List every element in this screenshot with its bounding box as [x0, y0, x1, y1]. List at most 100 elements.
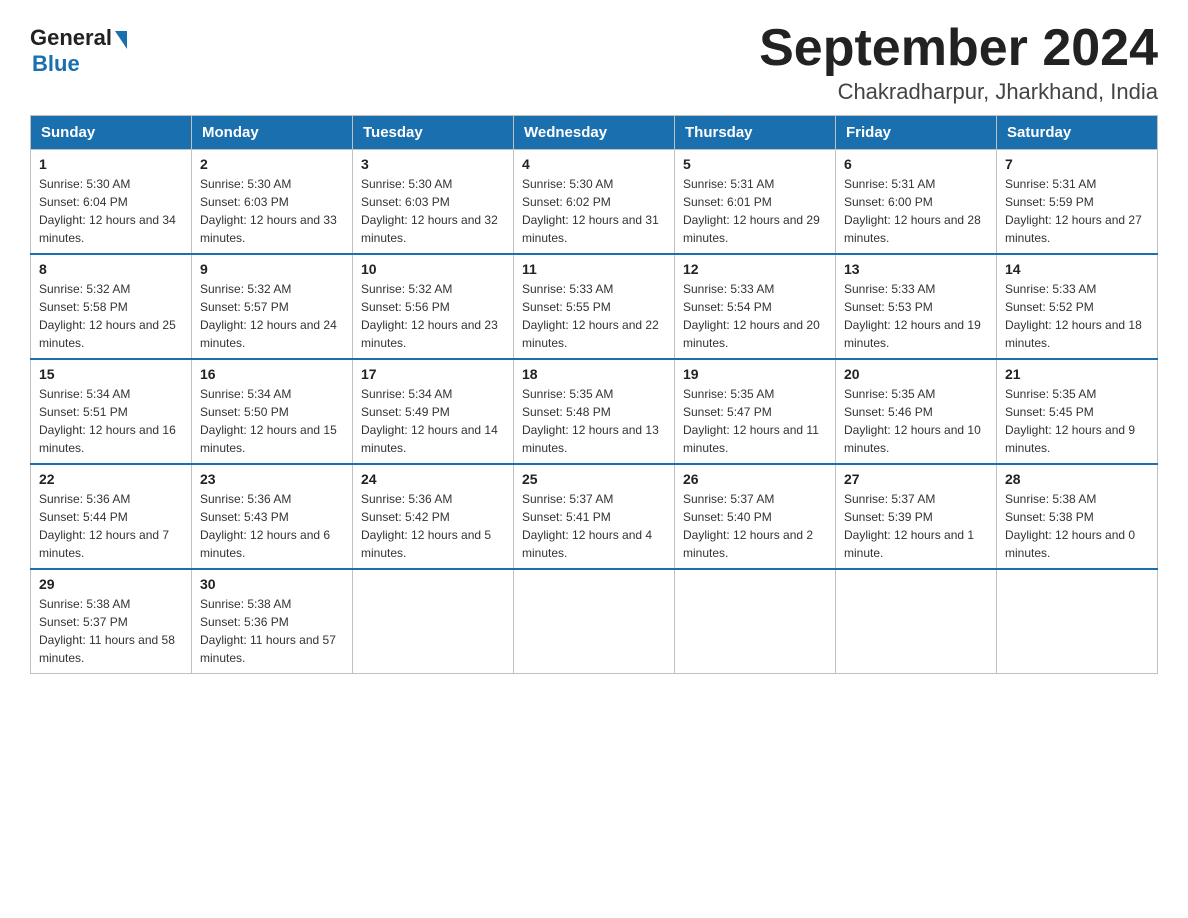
calendar-cell: 8Sunrise: 5:32 AMSunset: 5:58 PMDaylight…	[31, 254, 192, 359]
calendar-cell: 2 Sunrise: 5:30 AMSunset: 6:03 PMDaylight…	[192, 150, 353, 255]
calendar-table: SundayMondayTuesdayWednesdayThursdayFrid…	[30, 115, 1158, 674]
day-number: 3	[361, 156, 505, 172]
day-number: 10	[361, 261, 505, 277]
calendar-cell	[675, 569, 836, 674]
day-info: Sunrise: 5:30 AMSunset: 6:02 PMDaylight:…	[522, 175, 666, 247]
calendar-cell: 26Sunrise: 5:37 AMSunset: 5:40 PMDayligh…	[675, 464, 836, 569]
calendar-cell: 20 Sunrise: 5:35 AMSunset: 5:46 PMDayligh…	[836, 359, 997, 464]
day-number: 21	[1005, 366, 1149, 382]
calendar-cell: 24 Sunrise: 5:36 AMSunset: 5:42 PMDayligh…	[353, 464, 514, 569]
weekday-header-monday: Monday	[192, 116, 353, 150]
month-year-title: September 2024	[759, 20, 1158, 77]
page-header: General Blue September 2024 Chakradharpu…	[30, 20, 1158, 105]
day-info: Sunrise: 5:33 AMSunset: 5:53 PMDaylight:…	[844, 280, 988, 352]
calendar-week-row: 29 Sunrise: 5:38 AMSunset: 5:37 PMDayligh…	[31, 569, 1158, 674]
day-number: 5	[683, 156, 827, 172]
day-number: 7	[1005, 156, 1149, 172]
calendar-cell: 17 Sunrise: 5:34 AMSunset: 5:49 PMDayligh…	[353, 359, 514, 464]
calendar-cell: 5 Sunrise: 5:31 AMSunset: 6:01 PMDaylight…	[675, 150, 836, 255]
calendar-cell	[353, 569, 514, 674]
day-number: 29	[39, 576, 183, 592]
day-number: 26	[683, 471, 827, 487]
calendar-cell: 21 Sunrise: 5:35 AMSunset: 5:45 PMDayligh…	[997, 359, 1158, 464]
day-number: 19	[683, 366, 827, 382]
calendar-cell: 11 Sunrise: 5:33 AMSunset: 5:55 PMDayligh…	[514, 254, 675, 359]
day-number: 28	[1005, 471, 1149, 487]
day-number: 30	[200, 576, 344, 592]
day-number: 18	[522, 366, 666, 382]
calendar-cell: 16 Sunrise: 5:34 AMSunset: 5:50 PMDayligh…	[192, 359, 353, 464]
logo-blue-text: Blue	[30, 51, 80, 77]
day-number: 25	[522, 471, 666, 487]
calendar-cell: 28 Sunrise: 5:38 AMSunset: 5:38 PMDayligh…	[997, 464, 1158, 569]
day-info: Sunrise: 5:33 AMSunset: 5:55 PMDaylight:…	[522, 280, 666, 352]
calendar-cell: 9 Sunrise: 5:32 AMSunset: 5:57 PMDaylight…	[192, 254, 353, 359]
location-subtitle: Chakradharpur, Jharkhand, India	[759, 79, 1158, 105]
day-info: Sunrise: 5:31 AMSunset: 5:59 PMDaylight:…	[1005, 175, 1149, 247]
day-number: 2	[200, 156, 344, 172]
day-info: Sunrise: 5:37 AMSunset: 5:39 PMDaylight:…	[844, 490, 988, 562]
day-number: 23	[200, 471, 344, 487]
day-info: Sunrise: 5:38 AMSunset: 5:38 PMDaylight:…	[1005, 490, 1149, 562]
calendar-cell	[997, 569, 1158, 674]
day-info: Sunrise: 5:32 AMSunset: 5:56 PMDaylight:…	[361, 280, 505, 352]
day-number: 9	[200, 261, 344, 277]
calendar-cell: 30Sunrise: 5:38 AMSunset: 5:36 PMDayligh…	[192, 569, 353, 674]
logo-general-word: General	[30, 25, 112, 51]
day-number: 13	[844, 261, 988, 277]
logo: General Blue	[30, 25, 127, 77]
day-number: 15	[39, 366, 183, 382]
day-number: 12	[683, 261, 827, 277]
calendar-cell: 23Sunrise: 5:36 AMSunset: 5:43 PMDayligh…	[192, 464, 353, 569]
day-info: Sunrise: 5:30 AMSunset: 6:03 PMDaylight:…	[200, 175, 344, 247]
day-info: Sunrise: 5:35 AMSunset: 5:45 PMDaylight:…	[1005, 385, 1149, 457]
calendar-cell: 25 Sunrise: 5:37 AMSunset: 5:41 PMDayligh…	[514, 464, 675, 569]
day-info: Sunrise: 5:30 AMSunset: 6:04 PMDaylight:…	[39, 175, 183, 247]
day-number: 16	[200, 366, 344, 382]
day-info: Sunrise: 5:33 AMSunset: 5:52 PMDaylight:…	[1005, 280, 1149, 352]
calendar-cell: 10 Sunrise: 5:32 AMSunset: 5:56 PMDayligh…	[353, 254, 514, 359]
day-info: Sunrise: 5:35 AMSunset: 5:47 PMDaylight:…	[683, 385, 827, 457]
weekday-header-friday: Friday	[836, 116, 997, 150]
calendar-cell: 6Sunrise: 5:31 AMSunset: 6:00 PMDaylight…	[836, 150, 997, 255]
day-number: 4	[522, 156, 666, 172]
day-info: Sunrise: 5:37 AMSunset: 5:41 PMDaylight:…	[522, 490, 666, 562]
calendar-cell: 22Sunrise: 5:36 AMSunset: 5:44 PMDayligh…	[31, 464, 192, 569]
day-info: Sunrise: 5:32 AMSunset: 5:57 PMDaylight:…	[200, 280, 344, 352]
day-info: Sunrise: 5:34 AMSunset: 5:49 PMDaylight:…	[361, 385, 505, 457]
day-number: 1	[39, 156, 183, 172]
day-number: 6	[844, 156, 988, 172]
title-block: September 2024 Chakradharpur, Jharkhand,…	[759, 20, 1158, 105]
calendar-cell: 14 Sunrise: 5:33 AMSunset: 5:52 PMDayligh…	[997, 254, 1158, 359]
weekday-header-row: SundayMondayTuesdayWednesdayThursdayFrid…	[31, 116, 1158, 150]
calendar-cell	[836, 569, 997, 674]
day-number: 17	[361, 366, 505, 382]
weekday-header-thursday: Thursday	[675, 116, 836, 150]
logo-triangle-icon	[115, 31, 127, 49]
calendar-cell: 29 Sunrise: 5:38 AMSunset: 5:37 PMDayligh…	[31, 569, 192, 674]
calendar-cell: 13 Sunrise: 5:33 AMSunset: 5:53 PMDayligh…	[836, 254, 997, 359]
day-number: 20	[844, 366, 988, 382]
calendar-cell: 15Sunrise: 5:34 AMSunset: 5:51 PMDayligh…	[31, 359, 192, 464]
calendar-week-row: 22Sunrise: 5:36 AMSunset: 5:44 PMDayligh…	[31, 464, 1158, 569]
calendar-cell: 18Sunrise: 5:35 AMSunset: 5:48 PMDayligh…	[514, 359, 675, 464]
day-number: 11	[522, 261, 666, 277]
day-info: Sunrise: 5:31 AMSunset: 6:01 PMDaylight:…	[683, 175, 827, 247]
day-info: Sunrise: 5:36 AMSunset: 5:42 PMDaylight:…	[361, 490, 505, 562]
day-number: 24	[361, 471, 505, 487]
day-number: 27	[844, 471, 988, 487]
calendar-cell: 12Sunrise: 5:33 AMSunset: 5:54 PMDayligh…	[675, 254, 836, 359]
weekday-header-wednesday: Wednesday	[514, 116, 675, 150]
calendar-cell	[514, 569, 675, 674]
weekday-header-tuesday: Tuesday	[353, 116, 514, 150]
day-info: Sunrise: 5:34 AMSunset: 5:50 PMDaylight:…	[200, 385, 344, 457]
calendar-week-row: 1 Sunrise: 5:30 AMSunset: 6:04 PMDaylight…	[31, 150, 1158, 255]
weekday-header-sunday: Sunday	[31, 116, 192, 150]
day-info: Sunrise: 5:38 AMSunset: 5:37 PMDaylight:…	[39, 595, 183, 667]
calendar-cell: 3 Sunrise: 5:30 AMSunset: 6:03 PMDaylight…	[353, 150, 514, 255]
weekday-header-saturday: Saturday	[997, 116, 1158, 150]
calendar-week-row: 15Sunrise: 5:34 AMSunset: 5:51 PMDayligh…	[31, 359, 1158, 464]
day-number: 14	[1005, 261, 1149, 277]
day-info: Sunrise: 5:30 AMSunset: 6:03 PMDaylight:…	[361, 175, 505, 247]
day-info: Sunrise: 5:35 AMSunset: 5:46 PMDaylight:…	[844, 385, 988, 457]
